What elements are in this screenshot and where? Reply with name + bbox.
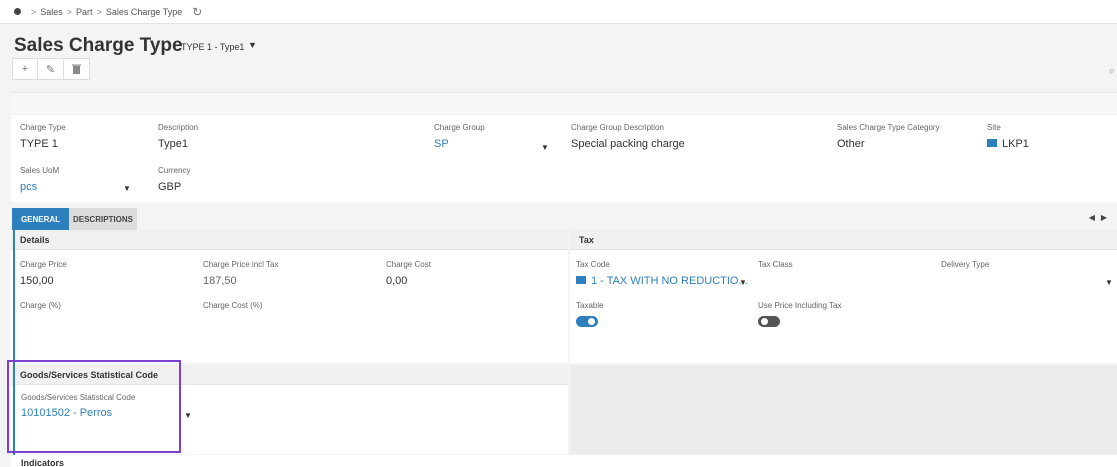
toggle-knob — [588, 318, 595, 325]
tab-descriptions[interactable]: DESCRIPTIONS — [69, 208, 137, 230]
details-title: Details — [11, 230, 568, 250]
sales-charge-type-category-value: Other — [837, 138, 865, 150]
taxable-label: Taxable — [576, 301, 604, 310]
currency-label: Currency — [158, 166, 191, 175]
title-area: Sales Charge Type TYPE 1 - Type1 ▼ + ✎ ⌕ — [0, 25, 1117, 91]
tab-bar: GENERAL DESCRIPTIONS ◀▶ — [11, 208, 1117, 230]
charge-price-value[interactable]: 150,00 — [20, 275, 67, 287]
chevron-down-icon[interactable]: ▼ — [1105, 278, 1113, 287]
charge-price-incl-tax-label: Charge Price incl Tax — [203, 260, 279, 269]
field-delivery-type[interactable]: Delivery Type — [941, 260, 989, 269]
tax-section: Tax Tax Code 1 - TAX WITH NO REDUCTIO...… — [570, 230, 1117, 363]
indicators-section: Indicators — [11, 455, 1117, 467]
tab-scroll-arrows[interactable]: ◀▶ — [1089, 213, 1113, 222]
chevron-down-icon[interactable]: ▼ — [739, 278, 747, 287]
use-price-including-tax-toggle[interactable] — [758, 316, 780, 327]
tab-general[interactable]: GENERAL — [12, 208, 69, 230]
field-sales-uom: Sales UoM pcs — [20, 166, 59, 193]
currency-value: GBP — [158, 181, 182, 193]
charge-price-label: Charge Price — [20, 260, 67, 269]
field-taxable: Taxable — [576, 301, 604, 327]
breadcrumb-separator: > — [96, 6, 102, 17]
sales-uom-value[interactable]: pcs — [20, 181, 59, 193]
tax-code-value-text: 1 - TAX WITH NO REDUCTIO... — [591, 275, 748, 287]
site-value-text: LKP1 — [1002, 138, 1029, 150]
indicators-title: Indicators — [21, 458, 65, 467]
field-sales-charge-type-category: Sales Charge Type Category Other — [837, 123, 940, 150]
use-price-including-tax-label: Use Price Including Tax — [758, 301, 842, 310]
add-button[interactable]: + — [12, 58, 38, 80]
field-charge-price: Charge Price 150,00 — [20, 260, 67, 287]
delete-button[interactable] — [64, 58, 90, 80]
header-panel: Charge Type TYPE 1 Description Type1 Cha… — [11, 92, 1117, 202]
breadcrumb-item-sales-charge-type: Sales Charge Type — [105, 6, 183, 17]
tax-code-label: Tax Code — [576, 260, 610, 269]
field-charge-group-description: Charge Group Description Special packing… — [571, 123, 685, 150]
breadcrumb-separator: > — [31, 6, 37, 17]
charge-type-value: TYPE 1 — [20, 138, 58, 150]
field-use-price-including-tax: Use Price Including Tax — [758, 301, 841, 327]
taxable-toggle[interactable] — [576, 316, 598, 327]
field-charge-cost: Charge Cost 0,00 — [386, 260, 431, 287]
chevron-down-icon[interactable]: ▼ — [541, 143, 549, 152]
charge-cost-pct-label: Charge Cost (%) — [203, 301, 263, 310]
refresh-icon[interactable]: ↻ — [192, 5, 202, 19]
home-icon[interactable] — [14, 8, 21, 15]
breadcrumb-separator: > — [66, 6, 73, 17]
tax-title: Tax — [570, 230, 1117, 250]
trash-icon — [72, 64, 81, 74]
field-charge-pct[interactable]: Charge (%) — [20, 301, 61, 310]
field-description: Description Type1 — [158, 123, 198, 150]
field-tax-code: Tax Code 1 - TAX WITH NO REDUCTIO... — [576, 260, 748, 287]
charge-group-value[interactable]: SP — [434, 138, 485, 150]
field-charge-group: Charge Group SP — [434, 123, 485, 150]
field-site: Site LKP1 — [987, 123, 1029, 150]
chevron-down-icon[interactable]: ▼ — [123, 184, 131, 193]
site-value[interactable]: LKP1 — [987, 138, 1029, 150]
edit-button[interactable]: ✎ — [38, 58, 64, 80]
sales-uom-label: Sales UoM — [20, 166, 60, 175]
field-currency: Currency GBP — [158, 166, 190, 193]
charge-cost-value[interactable]: 0,00 — [386, 275, 431, 287]
sales-charge-type-category-label: Sales Charge Type Category — [837, 123, 940, 132]
field-tax-class[interactable]: Tax Class — [758, 260, 793, 269]
field-charge-cost-pct[interactable]: Charge Cost (%) — [203, 301, 263, 310]
tax-class-label: Tax Class — [758, 260, 793, 269]
site-icon — [987, 139, 997, 148]
tax-code-value[interactable]: 1 - TAX WITH NO REDUCTIO... — [576, 275, 748, 287]
description-label: Description — [158, 123, 199, 132]
chevron-down-icon[interactable]: ▼ — [248, 40, 257, 50]
empty-panel — [570, 365, 1117, 454]
charge-group-label: Charge Group — [434, 123, 485, 132]
charge-pct-label: Charge (%) — [20, 301, 61, 310]
breadcrumb: > Sales > Part > Sales Charge Type ↻ — [0, 0, 1117, 24]
charge-group-description-value: Special packing charge — [571, 138, 685, 150]
search-icon[interactable]: ⌕ — [1109, 65, 1115, 78]
page-title: Sales Charge Type — [14, 35, 183, 56]
breadcrumb-item-sales[interactable]: Sales — [40, 7, 63, 17]
charge-group-description-label: Charge Group Description — [571, 123, 664, 132]
breadcrumb-item-part[interactable]: Part — [76, 7, 93, 17]
chevron-down-icon[interactable]: ▼ — [184, 411, 192, 420]
record-selector[interactable]: TYPE 1 - Type1 — [181, 42, 244, 52]
charge-price-incl-tax-value: 187,50 — [203, 275, 237, 287]
toolbar: + ✎ — [12, 58, 90, 80]
details-section: Details Charge Price 150,00 Charge Price… — [11, 230, 568, 363]
description-value: Type1 — [158, 138, 188, 150]
charge-type-label: Charge Type — [20, 123, 66, 132]
highlight-box — [7, 360, 181, 453]
field-charge-type: Charge Type TYPE 1 — [20, 123, 66, 150]
charge-cost-label: Charge Cost — [386, 260, 431, 269]
toggle-knob — [761, 318, 768, 325]
tax-code-icon — [576, 276, 586, 285]
site-label: Site — [987, 123, 1001, 132]
header-strip — [11, 93, 1117, 115]
delivery-type-label: Delivery Type — [941, 260, 990, 269]
field-charge-price-incl-tax: Charge Price incl Tax 187,50 — [203, 260, 278, 287]
